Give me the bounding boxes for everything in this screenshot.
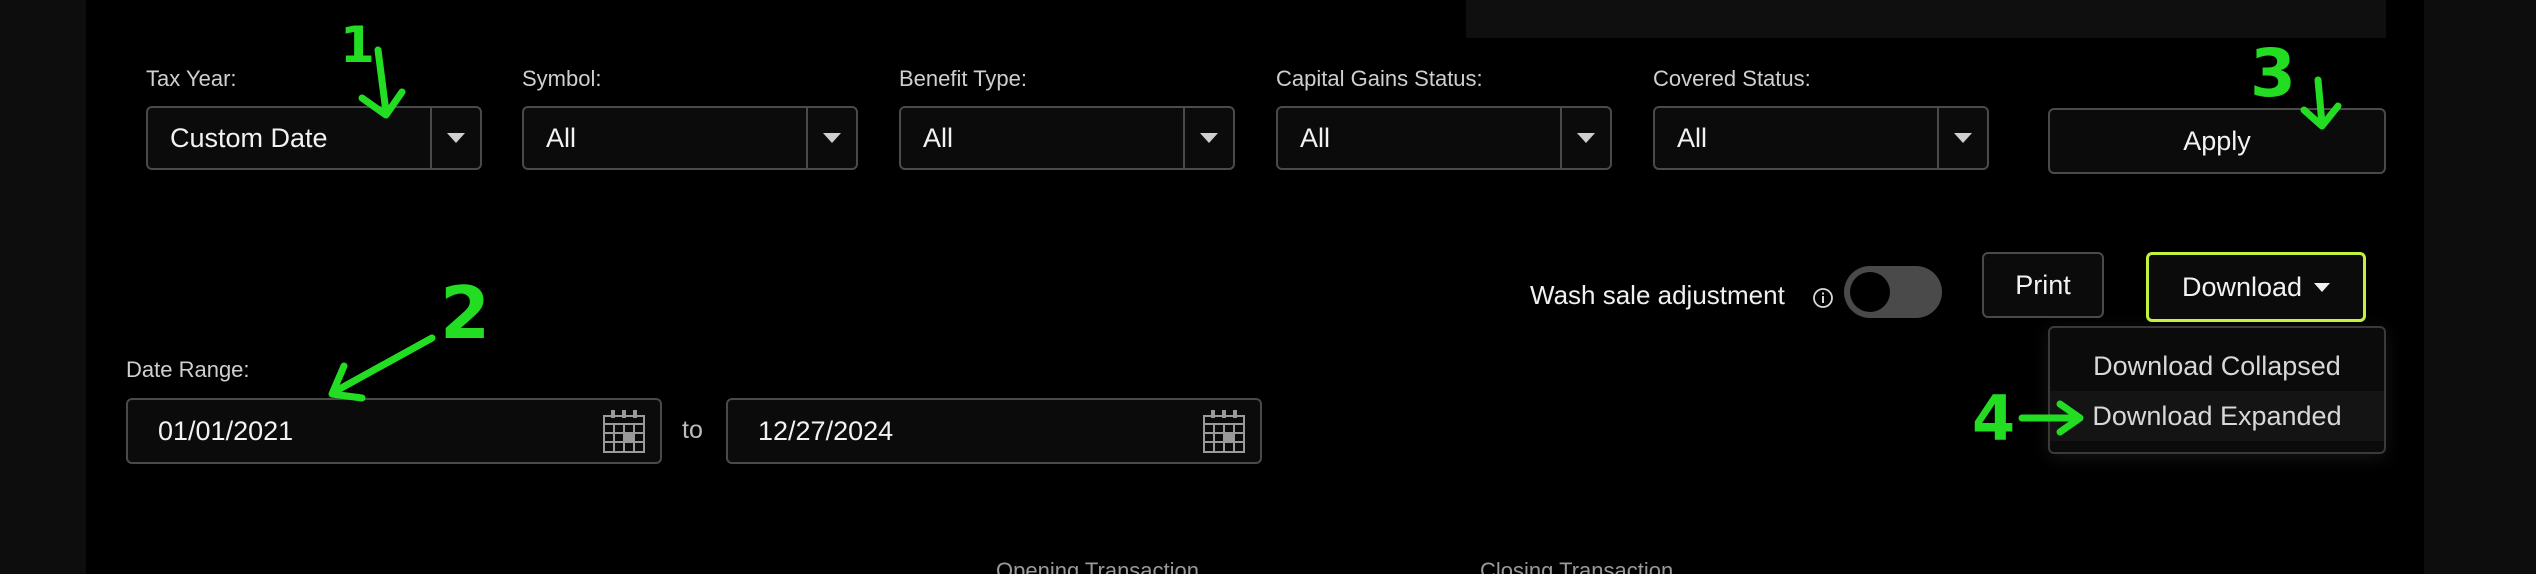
download-button-label: Download: [2181, 271, 2303, 302]
covered-status-value: All: [1677, 122, 1708, 153]
download-button[interactable]: Download: [2146, 252, 2366, 322]
symbol-select[interactable]: All: [522, 106, 858, 170]
benefit-type-label: Benefit Type:: [899, 66, 1028, 91]
tax-year-select[interactable]: Custom Date: [146, 106, 482, 170]
toggle-knob: [1850, 272, 1890, 312]
opening-transaction-header: Opening Transaction: [996, 558, 1200, 574]
date-to-value: 12/27/2024: [758, 415, 894, 446]
capital-gains-status-select[interactable]: All: [1276, 106, 1612, 170]
date-to-input[interactable]: 12/27/2024: [726, 398, 1262, 464]
covered-status-select[interactable]: All: [1653, 106, 1989, 170]
symbol-value: All: [546, 122, 577, 153]
caret-down-icon: [2314, 282, 2331, 292]
wash-sale-label: Wash sale adjustment: [1530, 280, 1785, 310]
dropdown-caret-icon[interactable]: [1560, 108, 1610, 168]
calendar-icon[interactable]: [1202, 408, 1246, 454]
dropdown-caret-icon[interactable]: [430, 108, 480, 168]
tax-year-label: Tax Year:: [146, 66, 237, 91]
download-menu: Download Collapsed Download Expanded: [2048, 326, 2386, 454]
dropdown-caret-icon[interactable]: [1183, 108, 1233, 168]
covered-status-label: Covered Status:: [1653, 66, 1811, 91]
wash-sale-toggle[interactable]: [1844, 266, 1942, 318]
print-button[interactable]: Print: [1982, 252, 2104, 318]
date-from-input[interactable]: 01/01/2021: [126, 398, 662, 464]
calendar-icon[interactable]: [602, 408, 646, 454]
tax-year-value: Custom Date: [170, 122, 328, 153]
closing-transaction-header: Closing Transaction: [1480, 558, 1674, 574]
info-icon[interactable]: [1812, 287, 1834, 309]
symbol-label: Symbol:: [522, 66, 602, 91]
date-from-value: 01/01/2021: [158, 415, 294, 446]
date-range-label: Date Range:: [126, 357, 250, 382]
dropdown-caret-icon[interactable]: [1937, 108, 1987, 168]
apply-button[interactable]: Apply: [2048, 108, 2386, 174]
capital-gains-status-label: Capital Gains Status:: [1276, 66, 1483, 91]
benefit-type-value: All: [923, 122, 954, 153]
dropdown-caret-icon[interactable]: [806, 108, 856, 168]
top-bar: [1466, 0, 2386, 38]
benefit-type-select[interactable]: All: [899, 106, 1235, 170]
capital-gains-status-value: All: [1300, 122, 1331, 153]
menu-item-download-expanded[interactable]: Download Expanded: [2050, 391, 2384, 441]
menu-item-download-collapsed[interactable]: Download Collapsed: [2050, 341, 2384, 391]
date-range-separator: to: [682, 416, 703, 444]
